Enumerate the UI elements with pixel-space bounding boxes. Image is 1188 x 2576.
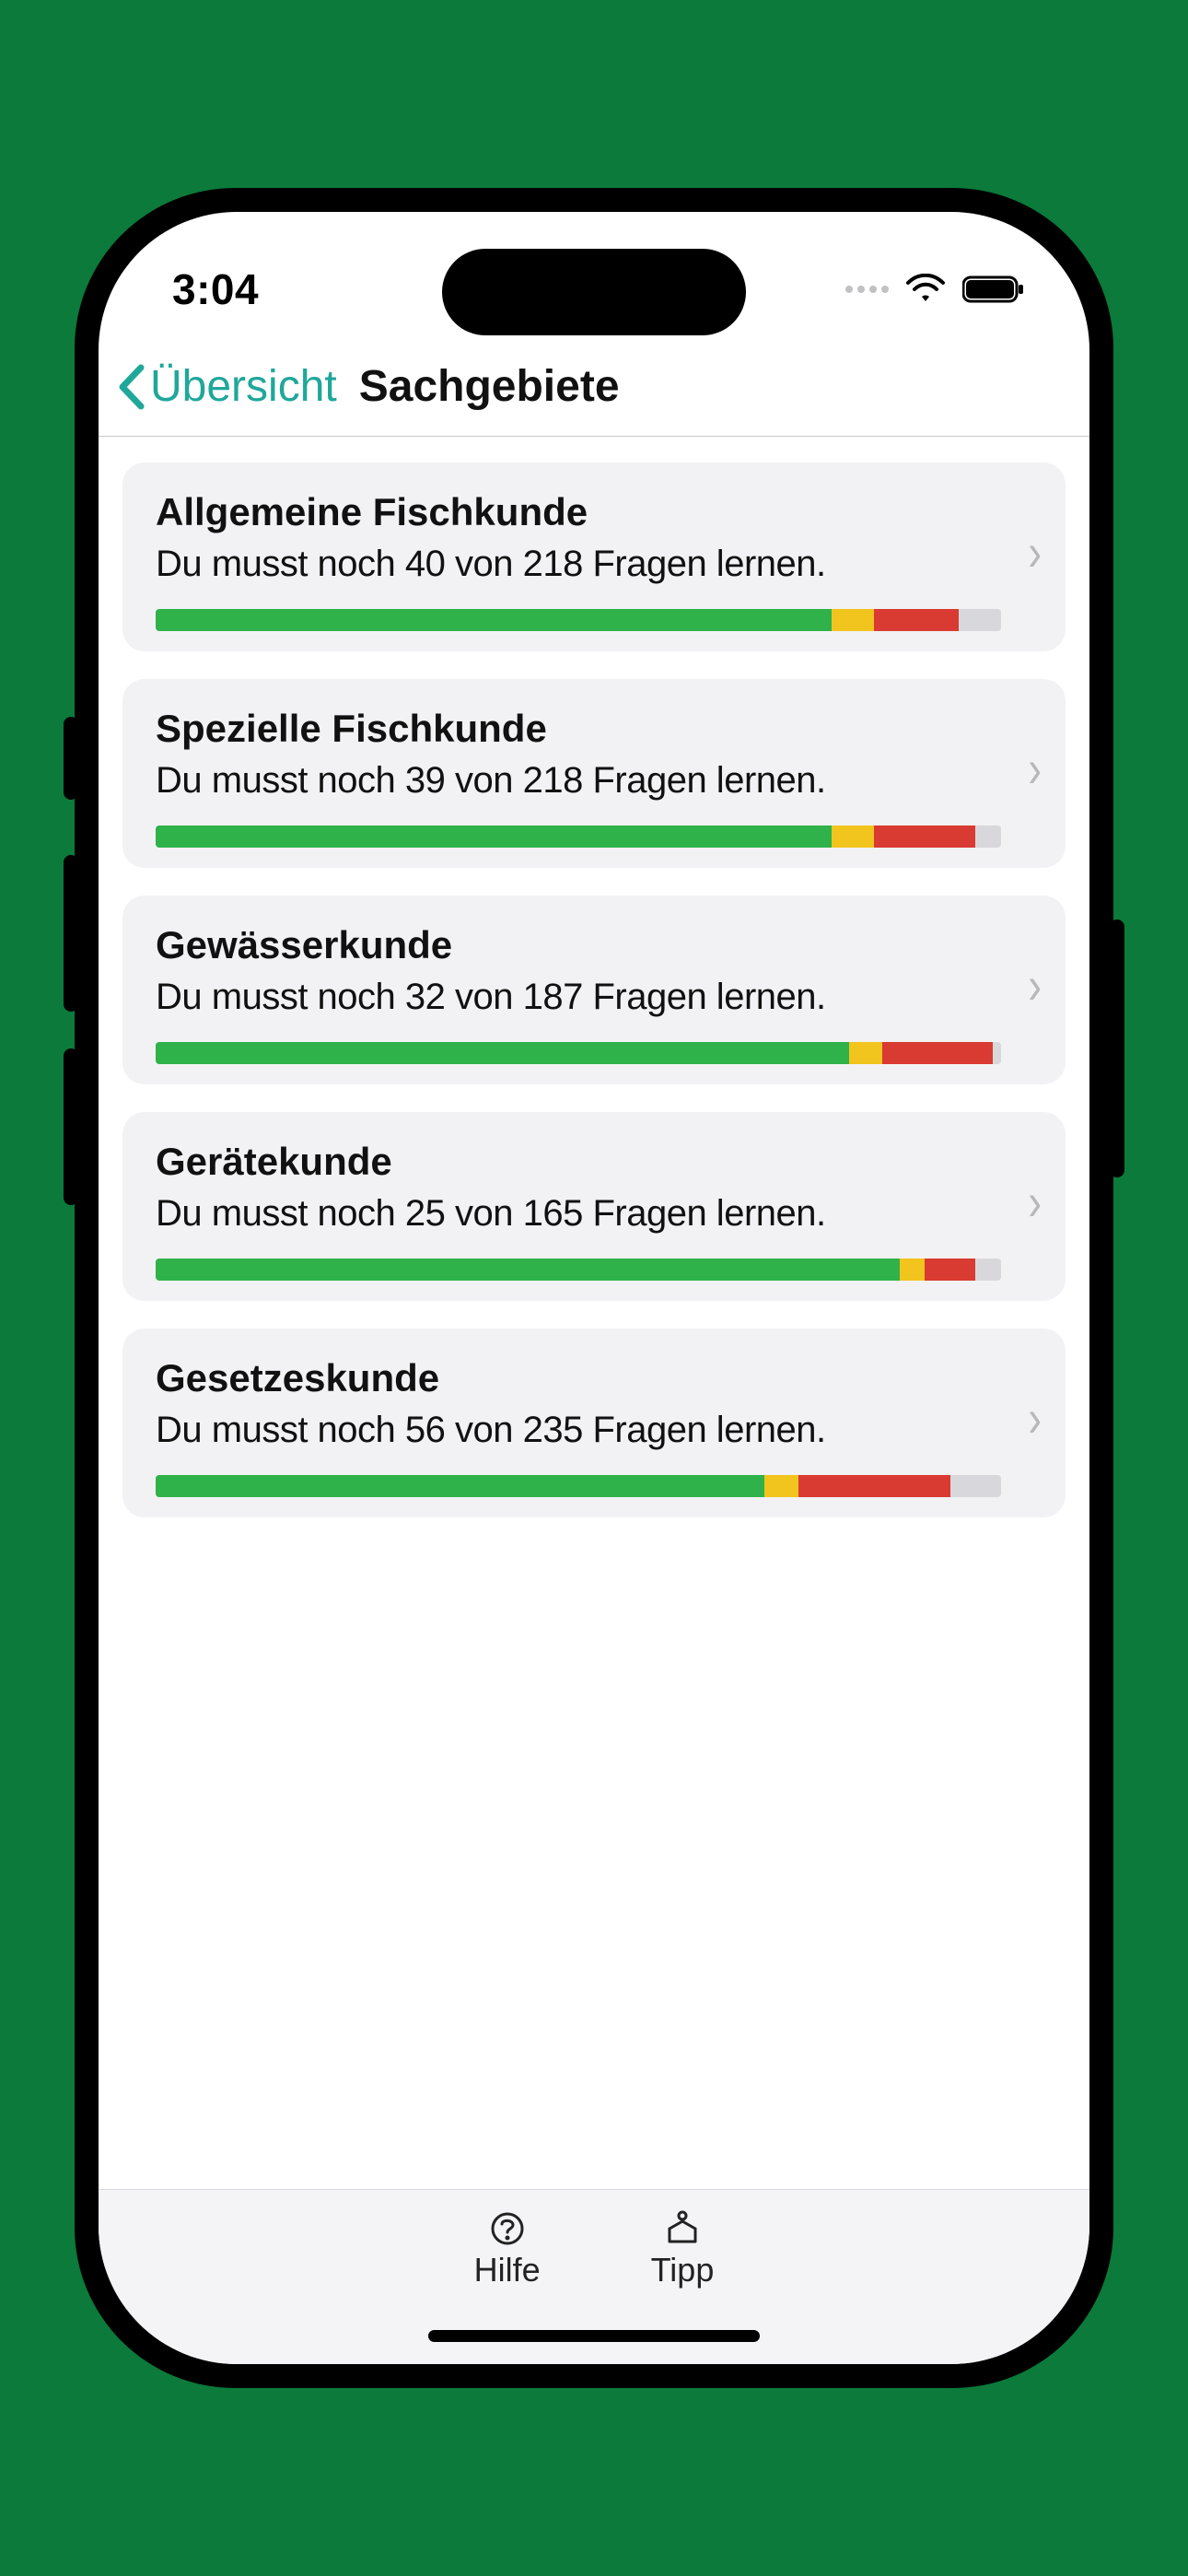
page-title: Sachgebiete — [359, 361, 620, 412]
progress-segment-red — [798, 1475, 950, 1497]
subject-card[interactable]: Gewässerkunde Du musst noch 32 von 187 Fr… — [122, 896, 1066, 1084]
tip-label: Tipp — [651, 2251, 715, 2289]
progress-segment-grey — [950, 1475, 1001, 1497]
home-indicator — [428, 2330, 760, 2342]
card-subtitle: Du musst noch 39 von 218 Fragen lernen. — [156, 760, 1001, 802]
progress-segment-green — [156, 1042, 849, 1064]
progress-segment-yellow — [832, 609, 874, 631]
progress-segment-grey — [975, 825, 1001, 848]
card-subtitle: Du musst noch 25 von 165 Fragen lernen. — [156, 1193, 1001, 1235]
progress-bar — [156, 825, 1001, 848]
device-side-button — [1110, 919, 1124, 1177]
subject-card[interactable]: Spezielle Fischkunde Du musst noch 39 von… — [122, 679, 1066, 868]
card-title: Gesetzeskunde — [156, 1356, 1001, 1400]
chevron-right-icon: › — [1028, 527, 1042, 580]
tip-icon — [664, 2210, 701, 2247]
subject-card[interactable]: Gesetzeskunde Du musst noch 56 von 235 Fr… — [122, 1329, 1066, 1517]
progress-segment-red — [874, 609, 959, 631]
device-side-button — [64, 1048, 78, 1205]
chevron-right-icon: › — [1028, 1393, 1042, 1446]
back-button[interactable]: Übersicht — [115, 361, 337, 412]
chevron-right-icon: › — [1028, 744, 1042, 796]
help-button[interactable]: Hilfe — [474, 2210, 541, 2289]
card-title: Gewässerkunde — [156, 923, 1001, 967]
status-time: 3:04 — [172, 264, 259, 314]
card-subtitle: Du musst noch 32 von 187 Fragen lernen. — [156, 977, 1001, 1018]
progress-bar — [156, 1475, 1001, 1497]
progress-segment-grey — [975, 1259, 1001, 1281]
card-title: Gerätekunde — [156, 1140, 1001, 1184]
progress-bar — [156, 1042, 1001, 1064]
dynamic-island — [442, 249, 746, 335]
progress-segment-green — [156, 825, 832, 848]
progress-segment-yellow — [900, 1259, 926, 1281]
content-scroll[interactable]: Allgemeine Fischkunde Du musst noch 40 vo… — [99, 437, 1089, 2189]
progress-segment-green — [156, 609, 832, 631]
device-side-button — [64, 855, 78, 1012]
progress-segment-green — [156, 1259, 900, 1281]
status-right — [845, 274, 1025, 305]
card-subtitle: Du musst noch 40 von 218 Fragen lernen. — [156, 544, 1001, 585]
screen: 3:04 — [99, 212, 1089, 2364]
device-side-button — [64, 717, 78, 800]
card-subtitle: Du musst noch 56 von 235 Fragen lernen. — [156, 1410, 1001, 1451]
help-label: Hilfe — [474, 2251, 541, 2289]
battery-icon — [962, 275, 1025, 304]
progress-segment-yellow — [849, 1042, 883, 1064]
progress-bar — [156, 609, 1001, 631]
progress-segment-red — [874, 825, 975, 848]
wifi-icon — [905, 274, 946, 305]
chevron-right-icon: › — [1028, 960, 1042, 1013]
progress-segment-grey — [993, 1042, 1001, 1064]
progress-segment-red — [882, 1042, 992, 1064]
navigation-bar: Übersicht Sachgebiete — [99, 350, 1089, 437]
subject-card[interactable]: Allgemeine Fischkunde Du musst noch 40 vo… — [122, 463, 1066, 651]
tip-button[interactable]: Tipp — [651, 2210, 715, 2289]
progress-segment-grey — [959, 609, 1001, 631]
card-title: Spezielle Fischkunde — [156, 707, 1001, 751]
progress-segment-yellow — [764, 1475, 798, 1497]
progress-segment-yellow — [832, 825, 874, 848]
chevron-right-icon: › — [1028, 1177, 1042, 1229]
back-label: Übersicht — [150, 361, 337, 412]
help-icon — [489, 2210, 526, 2247]
device-frame: 3:04 — [78, 192, 1110, 2384]
progress-segment-green — [156, 1475, 764, 1497]
cellular-icon — [845, 286, 889, 293]
chevron-left-icon — [115, 362, 148, 412]
card-title: Allgemeine Fischkunde — [156, 490, 1001, 534]
subject-card[interactable]: Gerätekunde Du musst noch 25 von 165 Frag… — [122, 1112, 1066, 1301]
progress-segment-red — [925, 1259, 975, 1281]
progress-bar — [156, 1259, 1001, 1281]
